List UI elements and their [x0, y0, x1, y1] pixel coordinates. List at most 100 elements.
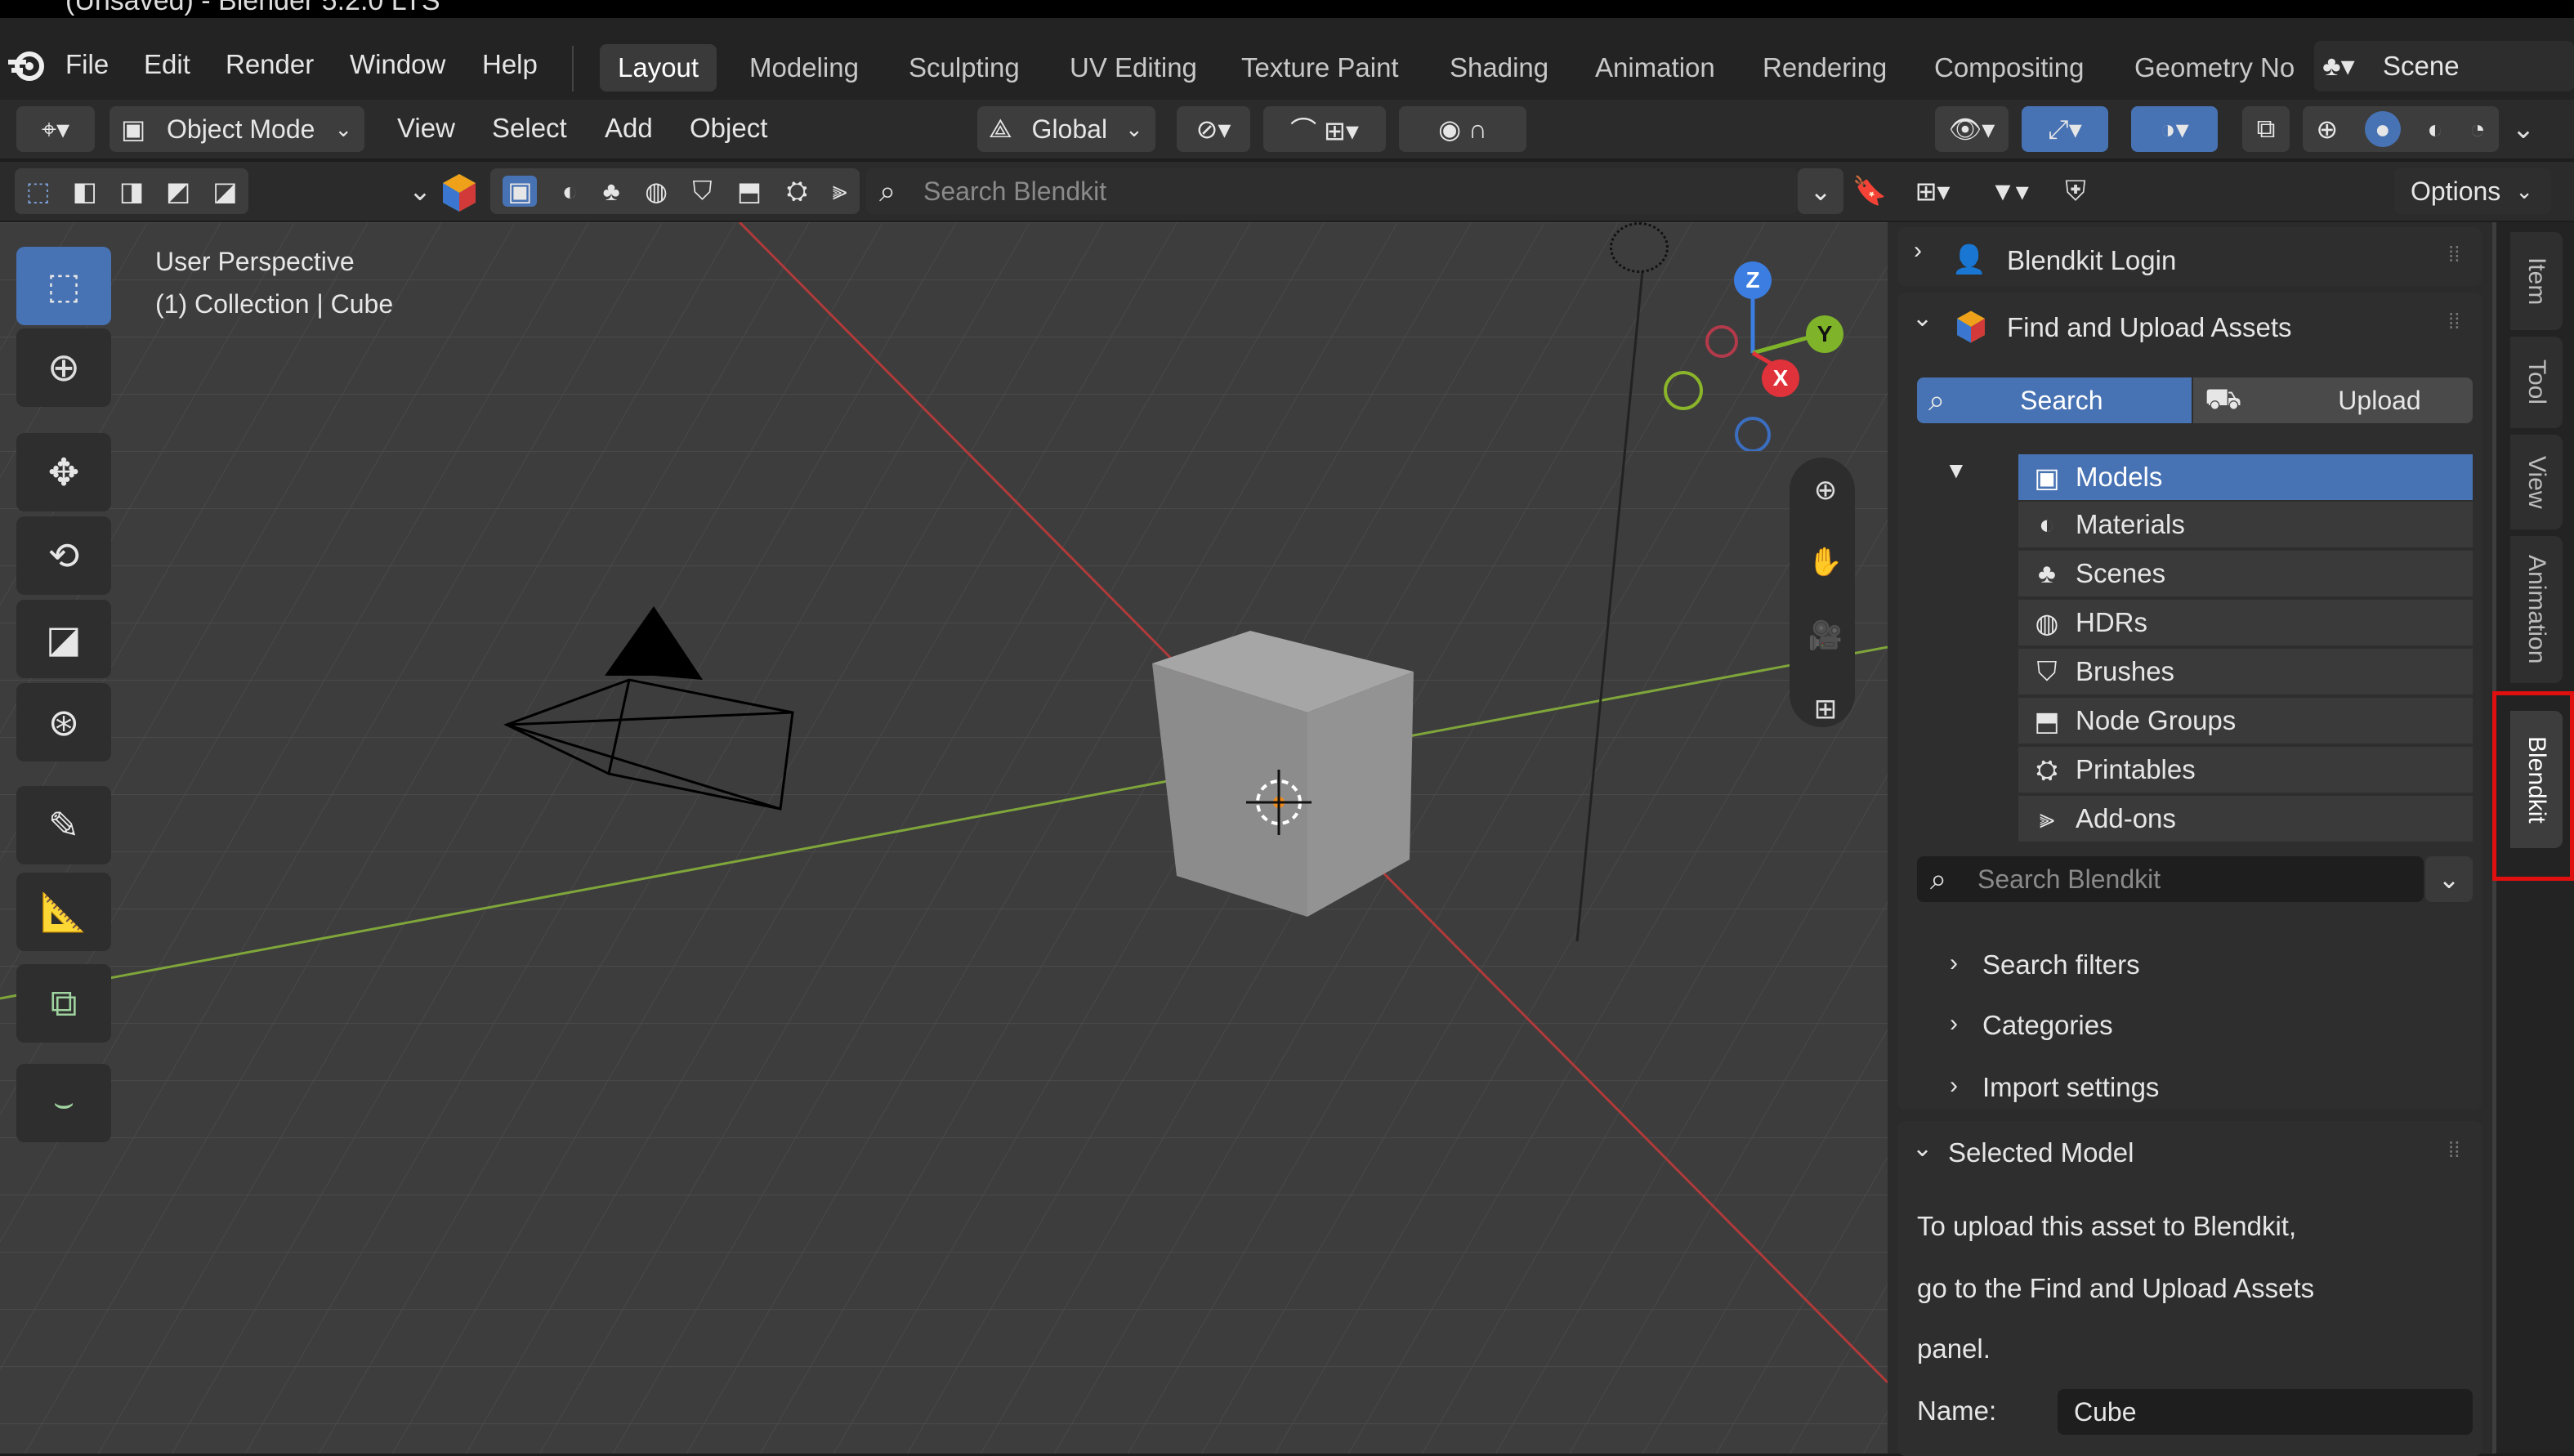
cursor-tool[interactable]: ⊕ [16, 328, 111, 407]
tab-animation[interactable]: Animation [2510, 536, 2563, 683]
scale-tool[interactable]: ◪ [16, 600, 111, 678]
annotate-tool[interactable]: ✎ [16, 786, 111, 864]
menu-object[interactable]: Object [690, 113, 767, 144]
menu-view[interactable]: View [397, 113, 455, 144]
search-history-dropdown[interactable]: ⌄ [1798, 168, 1843, 214]
gizmo-toggle[interactable]: ⤢▾ [2022, 106, 2108, 152]
wireframe-icon[interactable]: ⊕ [2316, 114, 2338, 145]
layout-dropdown[interactable]: ⊞▾ [1896, 168, 1969, 214]
rendered-icon[interactable]: ◔ [2469, 114, 2485, 145]
visibility-dropdown[interactable]: 👁▾ [1935, 106, 2009, 152]
camera-object[interactable] [498, 598, 809, 827]
chevron-right-icon[interactable]: › [1950, 1072, 1958, 1100]
add-cube-tool[interactable]: ⧉ [16, 964, 111, 1043]
blender-logo-icon[interactable] [5, 42, 49, 87]
search-mode-button[interactable]: ⌕ Search [1917, 377, 2192, 423]
category-hdrs[interactable]: ◍ HDRs [2018, 600, 2473, 645]
tab-view[interactable]: View [2510, 435, 2563, 529]
find-upload-title[interactable]: Find and Upload Assets [2007, 312, 2292, 343]
menu-help[interactable]: Help [482, 49, 538, 80]
category-node-groups[interactable]: ⬒ Node Groups [2018, 698, 2473, 744]
menu-window[interactable]: Window [350, 49, 445, 80]
drag-handle-icon[interactable]: ⁞⁞ [2448, 242, 2460, 267]
workspace-tab-shading[interactable]: Shading [1432, 44, 1566, 92]
snap-toggle[interactable]: ⌒ ⊞▾ [1263, 106, 1386, 152]
brushes-icon[interactable]: ⛉ [692, 176, 712, 207]
workspace-tab-layout[interactable]: Layout [600, 44, 717, 92]
transform-orientation-dropdown[interactable]: ⟁ Global ⌄ [977, 106, 1155, 152]
chevron-down-icon[interactable]: ⌄ [400, 172, 440, 211]
menu-render[interactable]: Render [226, 49, 314, 80]
transform-tool[interactable]: ⊛ [16, 683, 111, 761]
name-field[interactable]: Cube [2058, 1389, 2473, 1435]
menu-add[interactable]: Add [605, 113, 653, 144]
extra-tool[interactable]: ⌣ [16, 1064, 111, 1142]
category-addons[interactable]: ⫸ Add-ons [2018, 796, 2473, 842]
workspace-tab-geometry-nodes[interactable]: Geometry No [2116, 44, 2345, 92]
drag-handle-icon[interactable]: ⁞⁞ [2448, 309, 2460, 334]
upload-mode-button[interactable]: ⛟ Upload [2193, 377, 2473, 423]
workspace-tab-animation[interactable]: Animation [1577, 44, 1733, 92]
measure-tool[interactable]: 📐 [16, 873, 111, 951]
blendkit-logo-icon[interactable] [438, 172, 480, 214]
asset-type-buttons[interactable]: ▣ ◐ ♣ ◍ ⛉ ⬒ ⛭ ⫸ [490, 168, 860, 214]
category-models[interactable]: ▣ Models [2018, 454, 2473, 500]
solid-icon[interactable]: ● [2364, 111, 2401, 147]
workspace-tab-sculpting[interactable]: Sculpting [891, 44, 1038, 92]
scenes-icon[interactable]: ♣ [603, 176, 620, 207]
drag-handle-icon[interactable]: ⁞⁞ [2448, 1137, 2460, 1163]
hdrs-icon[interactable]: ◍ [645, 176, 668, 207]
xray-toggle[interactable]: ⧉ [2242, 106, 2290, 152]
workspace-tab-modeling[interactable]: Modeling [731, 44, 877, 92]
bookmark-icon[interactable]: 🔖 [1850, 172, 1889, 211]
overlays-toggle[interactable]: ◑▾ [2131, 106, 2218, 152]
chevron-down-icon[interactable]: ⌄ [2504, 109, 2543, 149]
workspace-tab-texture-paint[interactable]: Texture Paint [1223, 44, 1417, 92]
ortho-grid-icon[interactable]: ⊞ [1803, 686, 1848, 732]
workspace-tab-compositing[interactable]: Compositing [1916, 44, 2102, 92]
blendkit-login-title[interactable]: Blendkit Login [2007, 245, 2176, 276]
blendkit-header-search[interactable]: ⌕ Search Blendkit [866, 168, 1798, 214]
tab-tool[interactable]: Tool [2510, 337, 2563, 428]
select-box-tool[interactable]: ⬚ [16, 247, 111, 325]
object-mode-dropdown[interactable]: ▣ Object Mode ⌄ [109, 106, 364, 152]
select-subtract-icon[interactable]: ◨ [119, 176, 144, 207]
category-scenes[interactable]: ♣ Scenes [2018, 551, 2473, 596]
select-new-icon[interactable]: ⬚ [25, 176, 50, 207]
select-intersect-icon[interactable]: ◪ [212, 176, 237, 207]
shading-modes[interactable]: ⊕ ● ◐ ◔ [2303, 106, 2499, 152]
move-tool[interactable]: ✥ [16, 433, 111, 511]
menu-select[interactable]: Select [492, 113, 567, 144]
import-settings-title[interactable]: Import settings [1982, 1072, 2159, 1103]
chevron-right-icon[interactable]: › [1914, 237, 1922, 265]
editor-type-button[interactable]: ⌖▾ [16, 106, 95, 152]
shield-icon[interactable]: ⛨ [2056, 172, 2095, 211]
addons-icon[interactable]: ⫸ [833, 176, 847, 207]
category-materials[interactable]: ◐ Materials [2018, 502, 2473, 547]
search-filters-title[interactable]: Search filters [1982, 949, 2140, 980]
hand-pan-icon[interactable]: ✋ [1803, 539, 1848, 585]
triangle-down-icon[interactable]: ▼ [1945, 458, 1968, 484]
zoom-icon[interactable]: ⊕ [1803, 467, 1848, 513]
proportional-editing-toggle[interactable]: ◉ ∩ [1399, 106, 1526, 152]
categories-title[interactable]: Categories [1982, 1010, 2113, 1041]
category-printables[interactable]: ⛭ Printables [2018, 747, 2473, 793]
camera-view-icon[interactable]: 🎥 [1803, 613, 1848, 659]
selection-mode-buttons[interactable]: ⬚ ◧ ◨ ◩ ◪ [15, 168, 248, 214]
options-dropdown[interactable]: Options ⌄ [2394, 168, 2551, 214]
chevron-right-icon[interactable]: › [1950, 1010, 1958, 1038]
select-invert-icon[interactable]: ◩ [166, 176, 190, 207]
models-icon[interactable]: ▣ [503, 176, 538, 207]
workspace-tab-uv-editing[interactable]: UV Editing [1052, 44, 1215, 92]
tab-item[interactable]: Item [2510, 232, 2563, 330]
chevron-down-icon[interactable]: ⌄ [1912, 1134, 1933, 1163]
node-groups-icon[interactable]: ⬒ [737, 176, 762, 207]
panel-search-input[interactable]: ⌕ Search Blendkit [1917, 856, 2424, 902]
gizmo-y-axis[interactable]: Y [1806, 315, 1843, 353]
select-extend-icon[interactable]: ◧ [73, 176, 97, 207]
pivot-point-dropdown[interactable]: ⊘▾ [1177, 106, 1250, 152]
materials-icon[interactable]: ◐ [562, 176, 578, 207]
selected-model-title[interactable]: Selected Model [1948, 1137, 2134, 1168]
menu-edit[interactable]: Edit [144, 49, 190, 80]
scene-selector[interactable]: ♣▾ Scene [2314, 41, 2574, 92]
